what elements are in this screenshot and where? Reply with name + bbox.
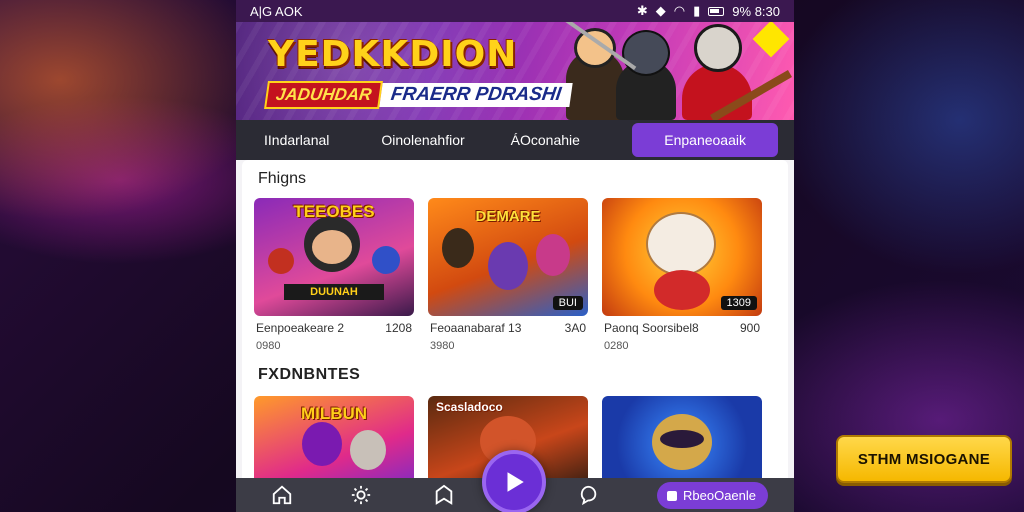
content-panel: Fhigns TEEOBES DUUNAH Eenpoeakeare 2 120… — [242, 160, 788, 492]
bluetooth-icon: ✱ — [636, 3, 648, 18]
thumb-strip: DUUNAH — [284, 284, 384, 300]
game-name: Feoaanabaraf 13 — [430, 321, 522, 335]
game-card[interactable]: DEMARE BUI Feoaanabaraf 13 3A0 3980 — [428, 198, 588, 352]
thumb-title: MILBUN — [300, 404, 368, 423]
status-icons: ✱ ◆ ◠ ▮ 9% 8:30 — [637, 3, 780, 19]
card-meta: Feoaanabaraf 13 3A0 — [428, 321, 588, 335]
game-count: 3A0 — [564, 321, 586, 335]
corner-badge — [752, 22, 790, 58]
game-card[interactable]: TEEOBES DUUNAH Eenpoeakeare 2 1208 0980 — [254, 198, 414, 352]
card-meta: Eenpoeakeare 2 1208 — [254, 321, 414, 335]
section-title: Fhigns — [258, 170, 307, 187]
hero-banner[interactable]: YEDKKDION JADUHDAR FRAERR PDRASHI — [236, 22, 794, 120]
game-sub: 0280 — [604, 340, 629, 352]
tab-1[interactable]: IIndarlanal — [252, 124, 341, 156]
play-button[interactable] — [482, 450, 546, 512]
game-card[interactable]: 1309 Paonq Soorsibel8 900 0280 — [602, 198, 762, 352]
tab-bar: IIndarlanal Oinolenahfior ÁOconahie Enpa… — [236, 120, 794, 160]
bottom-nav: RbeoOaenle — [236, 450, 794, 512]
status-bar: A|G AOK ✱ ◆ ◠ ▮ 9% 8:30 — [236, 0, 794, 22]
banner-subtitle: JADUHDAR FRAERR PDRASHI — [264, 81, 574, 109]
tab-3[interactable]: ÁOconahie — [499, 124, 592, 156]
battery-icon — [708, 6, 725, 16]
game-sub: 0980 — [256, 340, 281, 352]
game-name: Eenpoeakeare 2 — [256, 321, 345, 335]
home-icon[interactable] — [270, 483, 294, 507]
section-title: FXDNBNTES — [258, 366, 361, 383]
thumb-badge: BUI — [552, 296, 583, 310]
thumb-badge: 1309 — [720, 296, 757, 310]
cell-icon: ▮ — [693, 3, 701, 18]
tab-2[interactable]: Oinolenahfior — [369, 124, 476, 156]
thumb-title: TEEOBES — [293, 202, 375, 221]
game-count: 1208 — [385, 321, 412, 335]
banner-tag: JADUHDAR — [264, 81, 384, 109]
play-icon — [507, 472, 524, 492]
game-sub: 3980 — [430, 340, 455, 352]
status-time: 9% 8:30 — [732, 3, 780, 19]
wifi-icon: ◠ — [673, 3, 686, 18]
tab-4-active[interactable]: Enpaneoaaik — [632, 123, 778, 157]
game-thumbnail[interactable]: TEEOBES DUUNAH — [254, 198, 414, 316]
app-window: A|G AOK ✱ ◆ ◠ ▮ 9% 8:30 YEDKKDION JADUHD… — [236, 0, 794, 512]
game-thumbnail[interactable]: DEMARE BUI — [428, 198, 588, 316]
bookmark-icon[interactable] — [432, 483, 456, 507]
banner-title: YEDKKDION — [268, 34, 518, 75]
banner-sub-text: FRAERR PDRASHI — [379, 83, 574, 107]
game-grid: TEEOBES DUUNAH Eenpoeakeare 2 1208 0980 … — [254, 198, 776, 352]
game-name: Paonq Soorsibel8 — [604, 321, 699, 335]
game-count: 900 — [739, 321, 760, 335]
character-wolf — [616, 30, 676, 120]
status-left-text: A|G AOK — [250, 3, 303, 19]
signal-icon: ◆ — [655, 3, 666, 18]
thumb-title: DEMARE — [475, 208, 541, 225]
nav-pill-button[interactable]: RbeoOaenle — [657, 482, 768, 509]
thumb-title: Scasladoco — [436, 400, 503, 414]
settings-icon[interactable] — [349, 483, 373, 507]
card-meta: Paonq Soorsibel8 900 — [602, 321, 762, 335]
chat-icon[interactable] — [576, 483, 600, 507]
pill-label: RbeoOaenle — [683, 488, 756, 503]
game-thumbnail[interactable]: 1309 — [602, 198, 762, 316]
cta-button[interactable]: STHM MSIOGANE — [836, 435, 1012, 483]
pill-icon — [667, 490, 677, 501]
